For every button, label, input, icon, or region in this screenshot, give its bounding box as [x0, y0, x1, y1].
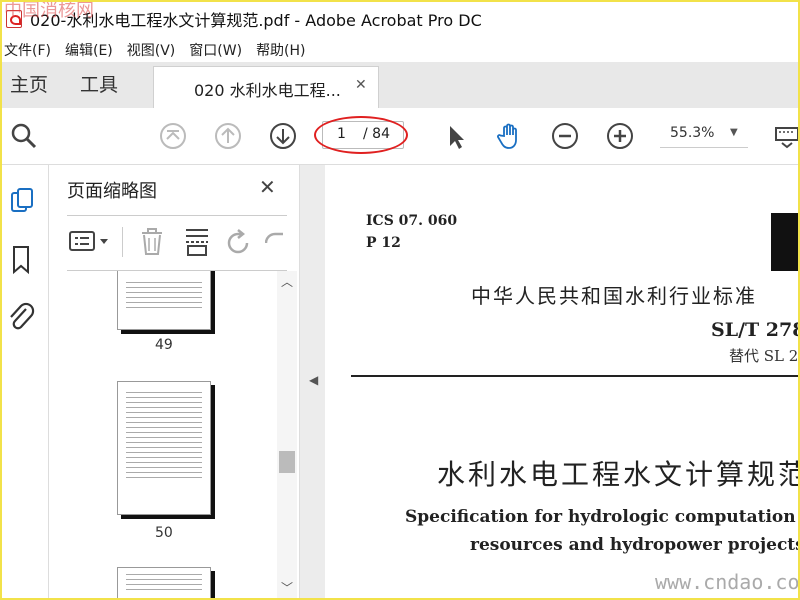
rotate-right-icon[interactable]	[265, 229, 285, 257]
menu-help[interactable]: 帮助(H)	[256, 40, 305, 60]
menu-view[interactable]: 视图(V)	[127, 40, 176, 60]
site-watermark: 中国消核网	[4, 0, 94, 21]
site-watermark-bottom: www.cndao.com	[655, 570, 800, 594]
page-thumbnail-49[interactable]	[117, 271, 211, 330]
page-thumbnail-51[interactable]	[117, 567, 211, 600]
collapse-panel-icon[interactable]: ◀	[309, 373, 318, 387]
document-title-en-line1: Specification for hydrologic computation…	[405, 507, 800, 527]
extract-pages-icon[interactable]	[183, 227, 211, 257]
scrollbar-thumb[interactable]	[279, 451, 295, 473]
tab-document[interactable]: 020 水利水电工程... ✕	[153, 66, 379, 109]
standard-issuer: 中华人民共和国水利行业标准	[471, 284, 757, 308]
navigation-icon-strip	[0, 165, 49, 600]
scroll-up-icon[interactable]: ︿	[281, 273, 293, 290]
close-panel-icon[interactable]: ✕	[259, 175, 276, 199]
thumbnail-panel: 页面缩略图 ✕ 49 50 ︿ ﹀	[49, 165, 299, 600]
document-title-cn: 水利水电工程水文计算规范	[437, 458, 800, 491]
delete-icon[interactable]	[139, 227, 165, 257]
document-title-en-line2: resources and hydropower projects	[470, 535, 800, 555]
highlight-ellipse	[314, 116, 408, 154]
zoom-value: 55.3%	[670, 125, 715, 141]
tab-row: 主页 工具 020 水利水电工程... ✕	[0, 62, 800, 109]
ics-code: ICS 07. 060	[366, 213, 458, 229]
first-page-icon[interactable]	[159, 122, 187, 150]
divider	[67, 215, 287, 216]
menu-window[interactable]: 窗口(W)	[189, 40, 242, 60]
zoom-dropdown[interactable]: 55.3% ▼	[660, 121, 748, 148]
zoom-out-icon[interactable]	[551, 122, 579, 150]
window-title: 020-水利水电工程水文计算规范.pdf - Adobe Acrobat Pro…	[30, 11, 482, 30]
menu-file[interactable]: 文件(F)	[4, 40, 51, 60]
standard-code: SL/T 278	[711, 319, 800, 341]
menu-edit[interactable]: 编辑(E)	[65, 40, 113, 60]
thumbnail-scrollbar[interactable]: ︿ ﹀	[277, 271, 297, 600]
page-thumbnails-icon[interactable]	[10, 187, 36, 217]
rotate-left-icon[interactable]	[225, 229, 253, 257]
keyboard-icon[interactable]	[772, 122, 798, 150]
thumbnail-page-number: 50	[155, 525, 173, 541]
title-bar: 020-水利水电工程水文计算规范.pdf - Adobe Acrobat Pro…	[0, 0, 800, 38]
toolbar-divider	[122, 227, 123, 257]
options-menu-icon[interactable]	[69, 229, 113, 255]
hand-icon[interactable]	[496, 122, 524, 150]
panel-title: 页面缩略图	[67, 181, 157, 202]
attachment-icon[interactable]	[6, 301, 36, 333]
thumbnail-list: 49 50	[67, 271, 277, 600]
search-icon[interactable]	[10, 122, 38, 150]
standard-logo	[771, 213, 800, 271]
zoom-in-icon[interactable]	[606, 122, 634, 150]
scroll-down-icon[interactable]: ﹀	[281, 579, 293, 596]
tab-tools[interactable]: 工具	[80, 62, 118, 108]
prev-page-icon[interactable]	[214, 122, 242, 150]
next-page-icon[interactable]	[269, 122, 297, 150]
panel-splitter[interactable]: ◀	[299, 165, 326, 600]
menu-bar: 文件(F) 编辑(E) 视图(V) 窗口(W) 帮助(H)	[0, 38, 800, 62]
thumbnail-page-number: 49	[155, 337, 173, 353]
header-rule	[351, 375, 800, 377]
pdf-page: ICS 07. 060 P 12 中华人民共和国水利行业标准 SL/T 278 …	[325, 165, 800, 600]
page-thumbnail-50[interactable]	[117, 381, 211, 515]
bookmark-icon[interactable]	[10, 245, 32, 275]
document-tab-label: 020 水利水电工程...	[194, 81, 341, 100]
select-arrow-icon[interactable]	[442, 122, 470, 150]
replaces-code: 替代 SL 2	[729, 347, 799, 365]
close-tab-icon[interactable]: ✕	[355, 77, 367, 93]
classification-code: P 12	[366, 235, 401, 251]
tab-home[interactable]: 主页	[10, 62, 48, 108]
document-view: ICS 07. 060 P 12 中华人民共和国水利行业标准 SL/T 278 …	[325, 165, 800, 600]
chevron-down-icon: ▼	[730, 127, 738, 138]
